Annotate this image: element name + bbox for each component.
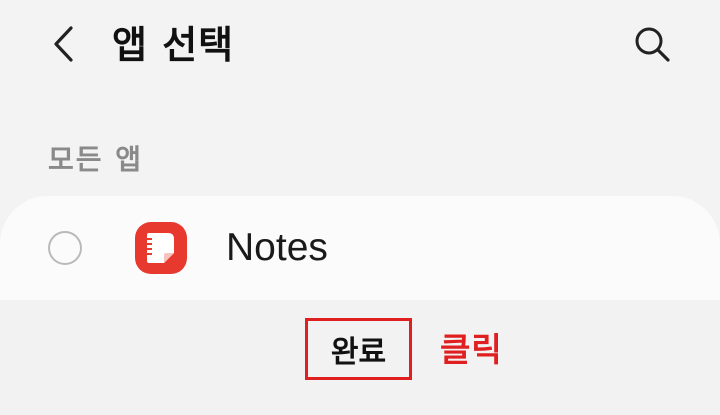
done-button[interactable]: 완료 (305, 318, 412, 380)
search-button[interactable] (628, 20, 676, 68)
section-header-all-apps: 모든 앱 (48, 143, 144, 176)
search-icon (635, 27, 670, 62)
back-button[interactable] (42, 22, 86, 66)
page-title: 앱 선택 (112, 23, 235, 67)
click-annotation: 클릭 (440, 330, 503, 369)
select-radio[interactable] (48, 231, 82, 265)
app-name: Notes (226, 226, 328, 269)
list-item-notes[interactable]: Notes (0, 196, 720, 300)
notes-app-icon (134, 221, 188, 275)
app-bar: 앱 선택 (0, 0, 720, 92)
chevron-left-icon (54, 26, 73, 62)
